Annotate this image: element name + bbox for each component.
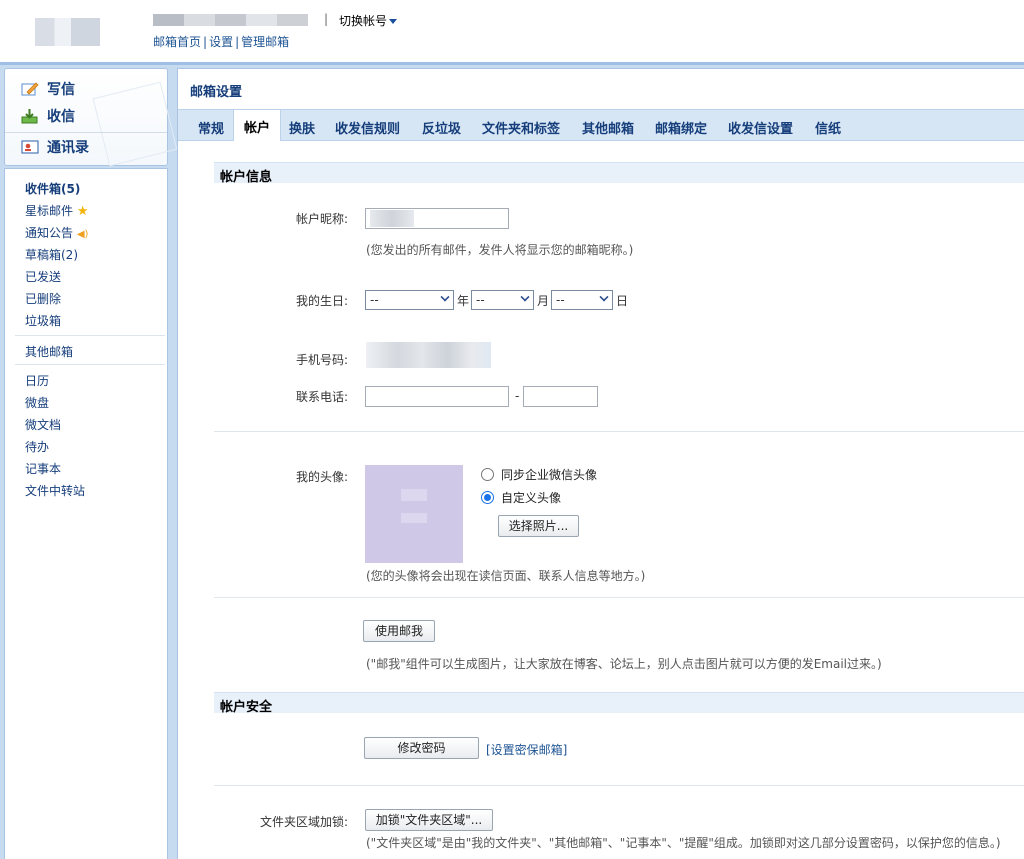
contacts-icon <box>21 139 39 155</box>
radio-button <box>481 468 494 481</box>
phone-label: 手机号码: <box>295 353 348 367</box>
change-password-button[interactable]: 修改密码 <box>364 737 479 759</box>
chevron-down-icon <box>520 292 530 302</box>
tab-folders-labels[interactable]: 文件夹和标签 <box>482 118 560 137</box>
nickname-redacted <box>370 210 414 227</box>
divider <box>214 597 1024 598</box>
tab-stationery[interactable]: 信纸 <box>815 118 841 137</box>
sidebar-divider <box>15 335 165 336</box>
compose-icon <box>21 81 39 97</box>
tool-file-transfer[interactable]: 文件中转站 <box>25 482 85 499</box>
page-title: 邮箱设置 <box>190 85 243 100</box>
nickname-hint: (您发出的所有邮件，发件人将显示您的邮箱昵称。) <box>366 243 634 257</box>
settings-tabs: 常规 帐户 换肤 收发信规则 反垃圾 文件夹和标签 其他邮箱 邮箱绑定 收发信设… <box>178 109 1024 141</box>
header-separator: | <box>324 12 329 26</box>
tab-mail-rules[interactable]: 收发信规则 <box>335 118 400 137</box>
tool-calendar[interactable]: 日历 <box>25 372 49 389</box>
sidebar-folders: 收件箱(5) 星标邮件 ★ 通知公告 ◀) 草稿箱(2) 已发送 已删除 垃圾箱… <box>4 168 168 859</box>
tab-other-mail[interactable]: 其他邮箱 <box>582 118 634 137</box>
receive-mail-button[interactable]: 收信 <box>21 106 75 126</box>
telephone-label: 联系电话: <box>295 390 348 404</box>
use-me-button[interactable]: 使用邮我 <box>363 620 435 642</box>
receive-mail-label: 收信 <box>47 109 75 125</box>
sidebar-divider <box>5 132 167 133</box>
divider <box>214 431 1024 432</box>
folder-lock-label: 文件夹区域加锁: <box>259 815 348 829</box>
avatar-hint: (您的头像将会出现在读信页面、联系人信息等地方。) <box>366 569 646 583</box>
radio-custom-avatar[interactable]: 自定义头像 <box>481 489 561 506</box>
tool-drive[interactable]: 微盘 <box>25 394 49 411</box>
folder-inbox[interactable]: 收件箱(5) <box>25 180 80 197</box>
use-me-hint: ("邮我"组件可以生成图片，让大家放在博客、论坛上，别人点击图片就可以方便的发E… <box>366 657 882 671</box>
set-security-mail-link[interactable]: [设置密保邮箱] <box>486 741 567 758</box>
radio-sync-wechat-avatar[interactable]: 同步企业微信头像 <box>481 466 597 483</box>
telephone-separator: - <box>515 389 520 403</box>
switch-account-label: 切换帐号 <box>339 14 388 28</box>
tab-mail-binding[interactable]: 邮箱绑定 <box>655 118 707 137</box>
year-unit: 年 <box>457 294 470 308</box>
day-unit: 日 <box>616 294 629 308</box>
chevron-down-icon <box>440 292 450 302</box>
tab-general[interactable]: 常规 <box>198 118 224 137</box>
tab-send-receive[interactable]: 收发信设置 <box>728 118 793 137</box>
tab-account[interactable]: 帐户 <box>233 110 282 141</box>
mail-home-link[interactable]: 邮箱首页 <box>153 35 201 49</box>
folder-other-mail[interactable]: 其他邮箱 <box>25 343 73 360</box>
phone-redacted <box>366 342 491 368</box>
tab-anti-spam[interactable]: 反垃圾 <box>422 118 461 137</box>
avatar <box>365 465 463 563</box>
folder-notices[interactable]: 通知公告 ◀) <box>25 224 88 241</box>
birth-day-select[interactable]: -- <box>551 290 613 310</box>
switch-account-link[interactable]: 切换帐号 <box>339 12 398 29</box>
birth-year-select[interactable]: -- <box>365 290 454 310</box>
inbox-download-icon <box>21 108 39 124</box>
contacts-button[interactable]: 通讯录 <box>21 137 89 157</box>
company-logo <box>35 18 100 46</box>
folder-drafts[interactable]: 草稿箱(2) <box>25 246 78 263</box>
manage-mail-link[interactable]: 管理邮箱 <box>241 35 289 49</box>
settings-link[interactable]: 设置 <box>209 35 233 49</box>
birth-month-select[interactable]: -- <box>471 290 534 310</box>
compose-label: 写信 <box>47 82 75 98</box>
nickname-label: 帐户昵称: <box>295 212 348 226</box>
tool-docs[interactable]: 微文档 <box>25 416 61 433</box>
avatar-label: 我的头像: <box>295 470 348 484</box>
tool-todo[interactable]: 待办 <box>25 438 49 455</box>
folder-deleted[interactable]: 已删除 <box>25 290 61 307</box>
sidebar-actions: 写信 收信 通讯录 <box>4 68 178 167</box>
folder-sent[interactable]: 已发送 <box>25 268 61 285</box>
choose-photo-button[interactable]: 选择照片... <box>498 515 579 537</box>
compose-button[interactable]: 写信 <box>21 79 75 99</box>
star-icon: ★ <box>76 204 89 219</box>
caret-down-icon <box>389 19 398 24</box>
section-account-security: 帐户安全 <box>214 692 1024 715</box>
folder-lock-hint: ("文件夹区域"是由"我的文件夹"、"其他邮箱"、"记事本"、"提醒"组成。加锁… <box>366 836 1001 850</box>
tool-notes[interactable]: 记事本 <box>25 460 61 477</box>
folder-starred[interactable]: 星标邮件 ★ <box>25 202 89 219</box>
nickname-input[interactable] <box>365 208 509 229</box>
telephone-number-input[interactable] <box>523 386 598 407</box>
chevron-down-icon <box>599 292 609 302</box>
folder-spam[interactable]: 垃圾箱 <box>25 312 61 329</box>
contacts-label: 通讯录 <box>47 140 89 156</box>
account-name-redacted <box>153 14 308 26</box>
settings-panel: 邮箱设置 常规 帐户 换肤 收发信规则 反垃圾 文件夹和标签 其他邮箱 邮箱绑定… <box>177 68 1024 859</box>
speaker-icon: ◀) <box>76 229 89 240</box>
sidebar-divider <box>15 364 165 365</box>
radio-button-selected <box>481 491 494 504</box>
tab-skin[interactable]: 换肤 <box>289 118 315 137</box>
envelope-decoration-icon <box>92 81 178 167</box>
birthday-label: 我的生日: <box>295 294 348 308</box>
divider <box>214 785 1024 786</box>
header-links: 邮箱首页 | 设置 | 管理邮箱 <box>153 35 290 49</box>
section-account-info: 帐户信息 <box>214 162 1024 185</box>
folder-lock-button[interactable]: 加锁"文件夹区域"... <box>365 809 493 831</box>
telephone-area-input[interactable] <box>365 386 509 407</box>
month-unit: 月 <box>537 294 550 308</box>
